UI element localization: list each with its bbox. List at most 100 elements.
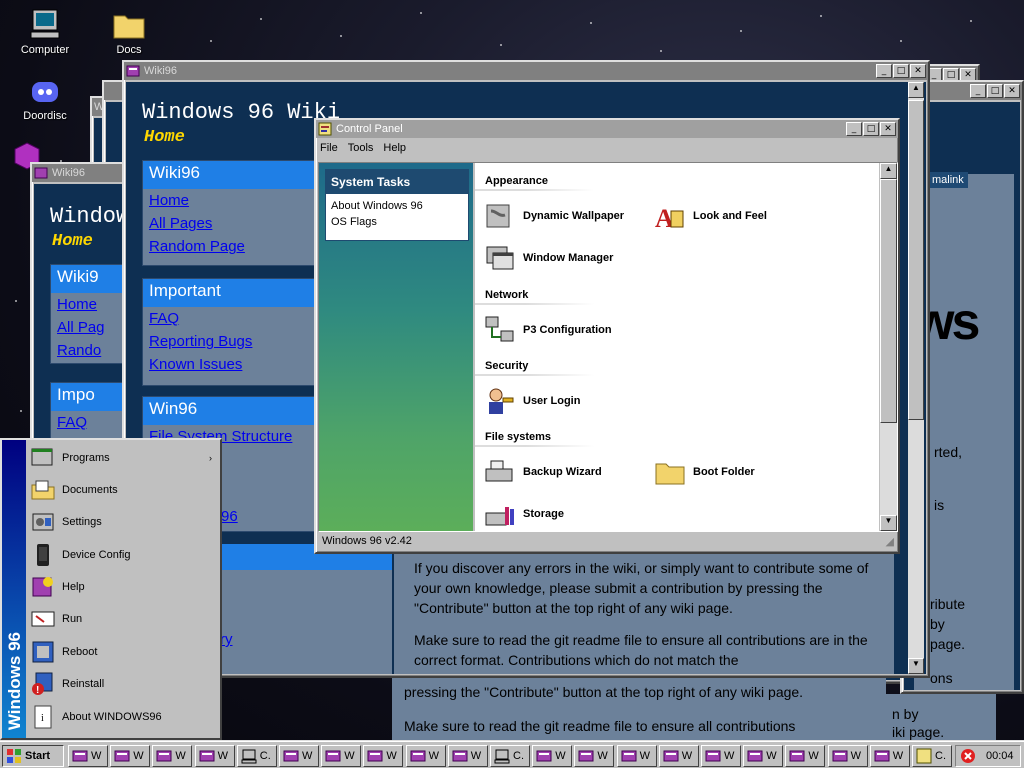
taskbar-task-control-panel[interactable]: C.: [912, 745, 952, 767]
taskbar-task-wiki[interactable]: W: [532, 745, 573, 767]
taskbar-task-wiki[interactable]: W: [279, 745, 319, 767]
taskbar-task-wiki[interactable]: W: [574, 745, 615, 767]
computer-icon: [494, 749, 510, 764]
taskbar-task-wiki[interactable]: W: [447, 745, 488, 767]
menu-item-run[interactable]: Run: [30, 603, 216, 635]
taskbar-task-wiki[interactable]: W: [743, 745, 784, 767]
menu-help[interactable]: Help: [383, 142, 406, 154]
item-user-login[interactable]: User Login: [483, 384, 580, 418]
minimize-button[interactable]: _: [970, 84, 986, 98]
network-icon: [485, 316, 514, 342]
taskbar-task-wiki[interactable]: W: [152, 745, 193, 767]
taskbar-task-wiki[interactable]: W: [869, 745, 910, 767]
scroll-down-button[interactable]: ▼: [880, 515, 897, 531]
taskbar-task-wiki[interactable]: W: [194, 745, 235, 767]
wiki-link-known-issues[interactable]: Known Issues: [143, 353, 321, 376]
task-label: W: [470, 750, 482, 762]
taskbar-task-wiki[interactable]: W: [68, 745, 108, 767]
wiki-content-back: pressing the "Contribute" button at the …: [392, 676, 886, 740]
menu-item-settings[interactable]: Settings: [30, 506, 216, 538]
taskbar-task-control-panel[interactable]: C.: [236, 745, 277, 767]
task-label: C.: [935, 750, 946, 762]
start-button[interactable]: Start: [2, 745, 64, 767]
wallpaper-icon: [486, 204, 510, 228]
wiki-link-faq[interactable]: FAQ: [143, 307, 321, 330]
taskbar-task-wiki[interactable]: W: [321, 745, 362, 767]
wiki-link-reporting-bugs[interactable]: Reporting Bugs: [143, 330, 321, 353]
close-button[interactable]: ✕: [910, 64, 926, 78]
wiki-content-back-right: n by iki page.: [886, 694, 996, 740]
scroll-thumb[interactable]: [880, 179, 897, 423]
control-panel-scrollbar[interactable]: ▲ ▼: [880, 163, 897, 531]
status-bar: Windows 96 v2.42 ◢: [318, 532, 896, 550]
taskbar-task-wiki[interactable]: W: [363, 745, 404, 767]
control-panel-window[interactable]: Control Panel _ □ ✕ File Tools Help System…: [314, 118, 900, 554]
taskbar-task-wiki[interactable]: W: [658, 745, 699, 767]
item-storage[interactable]: Storage: [483, 497, 564, 531]
user-login-icon: [489, 388, 514, 414]
book-icon: [325, 750, 341, 762]
maximize-button[interactable]: □: [987, 84, 1003, 98]
menu-item-programs[interactable]: Programs ›: [30, 442, 216, 474]
error-icon[interactable]: [960, 748, 976, 764]
item-window-manager[interactable]: Window Manager: [483, 241, 613, 275]
menu-item-documents[interactable]: Documents: [30, 474, 216, 506]
menu-item-about[interactable]: i About WINDOWS96: [30, 701, 216, 733]
computer-icon: [241, 749, 257, 764]
start-menu: Windows 96 Programs › Documents Settings …: [0, 438, 222, 740]
task-label: C.: [513, 750, 524, 762]
wiki-subheading: Home: [144, 128, 185, 147]
scroll-up-button[interactable]: ▲: [908, 82, 924, 98]
maximize-button[interactable]: □: [863, 122, 879, 136]
taskbar-task-wiki[interactable]: W: [785, 745, 826, 767]
task-os-flags[interactable]: OS Flags: [326, 214, 468, 230]
minimize-button[interactable]: _: [876, 64, 892, 78]
wiki-link-random-page[interactable]: Random Page: [143, 235, 321, 258]
system-tasks-box: System Tasks About Windows 96 OS Flags: [325, 169, 469, 241]
task-label: W: [175, 750, 186, 762]
taskbar-task-wiki[interactable]: W: [616, 745, 657, 767]
item-boot-folder[interactable]: Boot Folder: [653, 455, 755, 489]
title-bar[interactable]: Wiki96 _ □ ✕: [124, 62, 928, 80]
taskbar-task-wiki[interactable]: W: [405, 745, 446, 767]
menu-item-help[interactable]: Help: [30, 571, 216, 603]
wiki-link-all-pages[interactable]: All Pages: [143, 212, 321, 235]
close-button[interactable]: ✕: [880, 122, 896, 136]
menu-item-label: Device Config: [62, 549, 131, 561]
permalink-label[interactable]: malink: [928, 172, 968, 188]
menu-item-reboot[interactable]: Reboot: [30, 636, 216, 668]
task-about-windows-96[interactable]: About Windows 96: [326, 194, 468, 214]
scroll-down-button[interactable]: ▼: [908, 658, 924, 674]
wiki-link-home[interactable]: Home: [143, 189, 321, 212]
menu-item-reinstall[interactable]: ! Reinstall: [30, 668, 216, 700]
taskbar-task-wiki[interactable]: W: [701, 745, 741, 767]
maximize-button[interactable]: □: [893, 64, 909, 78]
task-label: W: [133, 750, 144, 762]
menu-item-device-config[interactable]: Device Config: [30, 539, 216, 571]
wiki-paragraph: Make sure to read the git readme file to…: [404, 718, 796, 734]
taskbar-task-wiki[interactable]: W: [827, 745, 868, 767]
item-backup-wizard[interactable]: Backup Wizard: [483, 455, 602, 489]
item-p3-configuration[interactable]: P3 Configuration: [483, 313, 612, 347]
menu-tools[interactable]: Tools: [348, 142, 374, 154]
item-label: User Login: [523, 395, 581, 407]
taskbar-task-control-panel[interactable]: C.: [490, 745, 530, 767]
scroll-up-button[interactable]: ▲: [880, 163, 897, 179]
desktop-icon-docs[interactable]: Docs: [94, 8, 164, 56]
close-button[interactable]: ✕: [1004, 84, 1020, 98]
resize-grip-icon[interactable]: ◢: [886, 535, 894, 548]
title-bar[interactable]: Control Panel _ □ ✕: [316, 120, 898, 138]
desktop-icon-doordisc[interactable]: Doordisc: [10, 76, 80, 122]
book-icon: [34, 167, 48, 179]
taskbar-task-wiki[interactable]: W: [110, 745, 151, 767]
item-look-and-feel[interactable]: A Look and Feel: [653, 199, 767, 233]
item-dynamic-wallpaper[interactable]: Dynamic Wallpaper: [483, 199, 624, 233]
menu-file[interactable]: File: [320, 142, 338, 154]
book-icon: [114, 750, 130, 762]
minimize-button[interactable]: _: [846, 122, 862, 136]
item-label: Window Manager: [523, 252, 614, 264]
category-appearance: Appearance: [475, 171, 645, 191]
wiki-scrollbar[interactable]: ▲ ▼: [908, 82, 924, 674]
desktop-icon-computer[interactable]: Computer: [10, 8, 80, 56]
scroll-thumb[interactable]: [908, 100, 924, 420]
